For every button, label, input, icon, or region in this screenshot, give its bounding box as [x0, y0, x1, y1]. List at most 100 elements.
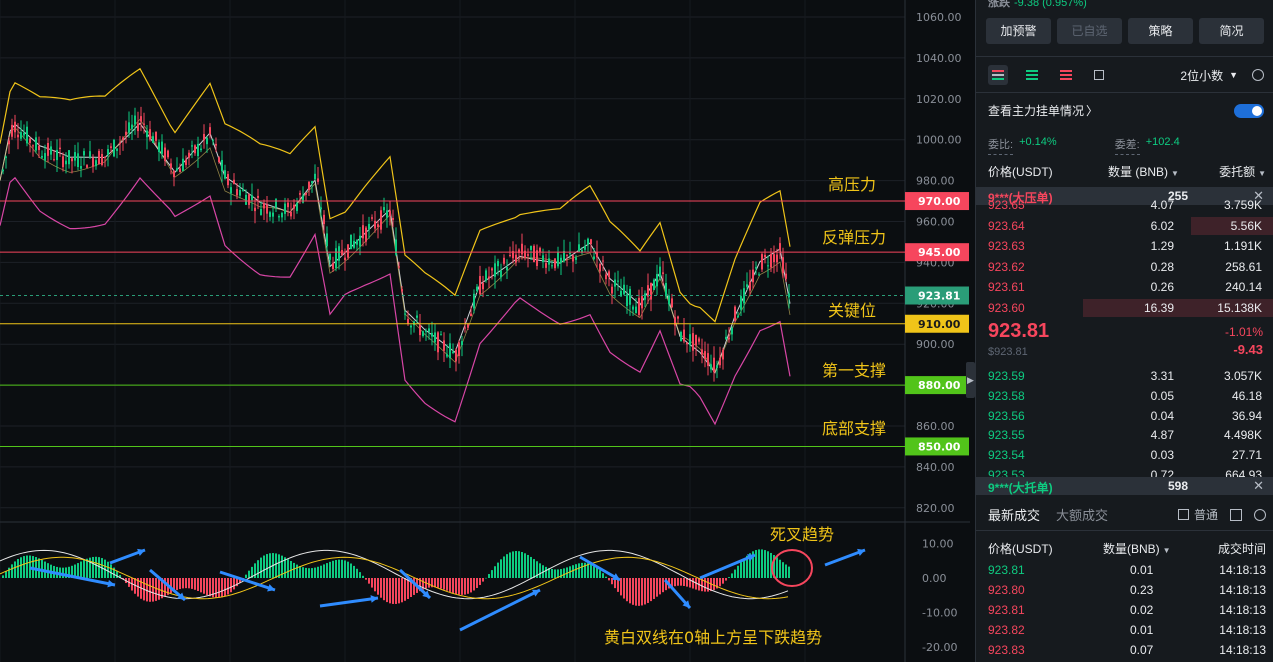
- candle-body: [554, 258, 556, 269]
- ask-row[interactable]: 923.60 16.39 15.138K: [976, 298, 1273, 318]
- candle-body: [584, 246, 586, 250]
- macd-histogram-bar: [194, 578, 196, 590]
- candle-body: [440, 334, 442, 336]
- ask-row[interactable]: 923.63 1.29 1.191K: [976, 236, 1273, 256]
- candle-body: [62, 156, 64, 168]
- macd-histogram-bar: [650, 578, 652, 602]
- overview-button[interactable]: 简况: [1199, 18, 1264, 44]
- macd-histogram-bar: [20, 557, 22, 578]
- ask-price: 923.63: [988, 239, 1025, 253]
- candle-body: [680, 331, 682, 342]
- candle-body: [653, 279, 655, 290]
- qty-column-header[interactable]: 数量 (BNB) ▼: [1108, 163, 1179, 180]
- macd-histogram-bar: [182, 578, 184, 589]
- candle-body: [590, 239, 592, 244]
- candle-body: [428, 328, 430, 332]
- candle-body: [485, 270, 487, 281]
- macd-histogram-bar: [386, 578, 388, 603]
- decimal-precision-select[interactable]: 2位小数 ▼: [1180, 67, 1264, 84]
- bid-total: 27.71: [1231, 448, 1262, 463]
- macd-histogram-bar: [362, 575, 364, 578]
- asks-only-view-icon[interactable]: [1056, 65, 1076, 85]
- candle-body: [728, 337, 730, 340]
- macd-histogram-bar: [638, 578, 640, 606]
- depth-view-icon[interactable]: [1090, 65, 1110, 85]
- both-sides-view-icon[interactable]: [988, 65, 1008, 85]
- tab-latest-trades[interactable]: 最新成交: [988, 505, 1040, 524]
- gear-icon[interactable]: [1254, 508, 1266, 521]
- macd-histogram-bar: [626, 578, 628, 602]
- candle-body: [113, 139, 115, 157]
- macd-histogram-bar: [314, 567, 316, 578]
- candle-body: [362, 225, 364, 239]
- macd-histogram-bar: [608, 578, 610, 581]
- candle-body: [617, 280, 619, 282]
- large-bid-banner[interactable]: 9***(大托单) 598 ✕: [976, 477, 1273, 495]
- chart-canvas[interactable]: 1060.00 1040.00 1020.00 1000.00 980.00 960.00…: [0, 0, 970, 662]
- macd-histogram-bar: [551, 568, 553, 578]
- bid-total: 4.498K: [1223, 428, 1262, 443]
- add-alert-button[interactable]: 加预警: [986, 18, 1051, 44]
- bid-row[interactable]: 923.56 0.04 36.94: [976, 406, 1273, 426]
- candle-body: [626, 294, 628, 307]
- strategy-button[interactable]: 策略: [1128, 18, 1193, 44]
- level-tag-label: 945.00: [918, 246, 961, 259]
- candle-body: [227, 174, 229, 186]
- bid-row[interactable]: 923.59 3.31 3.057K: [976, 366, 1273, 386]
- macd-histogram-bar: [266, 554, 268, 578]
- total-column-header[interactable]: 委托额 ▼: [1219, 163, 1266, 180]
- ask-row[interactable]: 923.62 0.28 258.61: [976, 257, 1273, 277]
- trade-qty: 0.02: [1130, 603, 1154, 617]
- annotation-death-cross: 死叉趋势: [770, 525, 834, 544]
- candle-body: [521, 243, 523, 255]
- close-icon[interactable]: ✕: [1253, 478, 1264, 494]
- candle-body: [689, 334, 691, 346]
- macd-histogram-bar: [365, 578, 367, 580]
- bid-total: 3.057K: [1223, 369, 1262, 383]
- candle-body: [614, 279, 616, 287]
- main-orders-link[interactable]: 查看主力挂单情况: [988, 102, 1084, 119]
- macd-histogram-bar: [356, 568, 358, 578]
- ask-qty: 16.39: [1143, 300, 1174, 315]
- candle-body: [125, 131, 127, 136]
- watchlisted-button[interactable]: 已自选: [1057, 18, 1122, 44]
- candle-body: [494, 263, 496, 277]
- ask-total: 3.759K: [1223, 198, 1262, 212]
- ask-row[interactable]: 923.61 0.26 240.14: [976, 277, 1273, 297]
- candle-body: [329, 254, 331, 260]
- candle-body: [317, 178, 319, 182]
- bid-row[interactable]: 923.55 4.87 4.498K: [976, 425, 1273, 445]
- macd-histogram-bar: [107, 561, 109, 578]
- candle-body: [164, 147, 166, 161]
- chevron-right-icon[interactable]: 〉: [1086, 102, 1098, 119]
- ask-row[interactable]: 923.64 6.02 5.56K: [976, 216, 1273, 236]
- candle-body: [350, 234, 352, 250]
- macd-histogram-bar: [530, 556, 532, 578]
- macd-histogram-bar: [428, 578, 430, 588]
- trade-qty-header[interactable]: 数量(BNB) ▼: [1103, 540, 1171, 557]
- macd-histogram-bar: [458, 578, 460, 595]
- macd-histogram-bar: [563, 568, 565, 578]
- ask-price: 923.62: [988, 259, 1025, 274]
- gear-icon[interactable]: [1252, 69, 1264, 81]
- candle-body: [260, 209, 262, 215]
- macd-histogram-bar: [755, 550, 757, 578]
- filter-icon[interactable]: [1230, 508, 1242, 521]
- macd-histogram-bar: [335, 560, 337, 578]
- ask-total: 1.191K: [1223, 239, 1262, 253]
- bid-row[interactable]: 923.58 0.05 46.18: [976, 386, 1273, 406]
- normal-checkbox[interactable]: [1177, 509, 1189, 520]
- candle-body: [389, 210, 391, 217]
- macd-histogram-bar: [515, 550, 517, 578]
- bids-only-view-icon[interactable]: [1022, 65, 1042, 85]
- ask-row[interactable]: 923.65 4.07 3.759K: [976, 195, 1273, 215]
- tab-large-trades[interactable]: 大额成交: [1056, 505, 1108, 524]
- collapse-panel-handle[interactable]: ▶: [966, 362, 975, 398]
- bid-row[interactable]: 923.54 0.03 27.71: [976, 445, 1273, 465]
- candle-body: [431, 332, 433, 337]
- candle-body: [770, 253, 772, 268]
- candle-body: [749, 281, 751, 291]
- price-chart[interactable]: 1060.00 1040.00 1020.00 1000.00 980.00 960.00…: [0, 0, 970, 662]
- main-orders-toggle[interactable]: [1234, 103, 1264, 118]
- candle-body: [479, 276, 481, 295]
